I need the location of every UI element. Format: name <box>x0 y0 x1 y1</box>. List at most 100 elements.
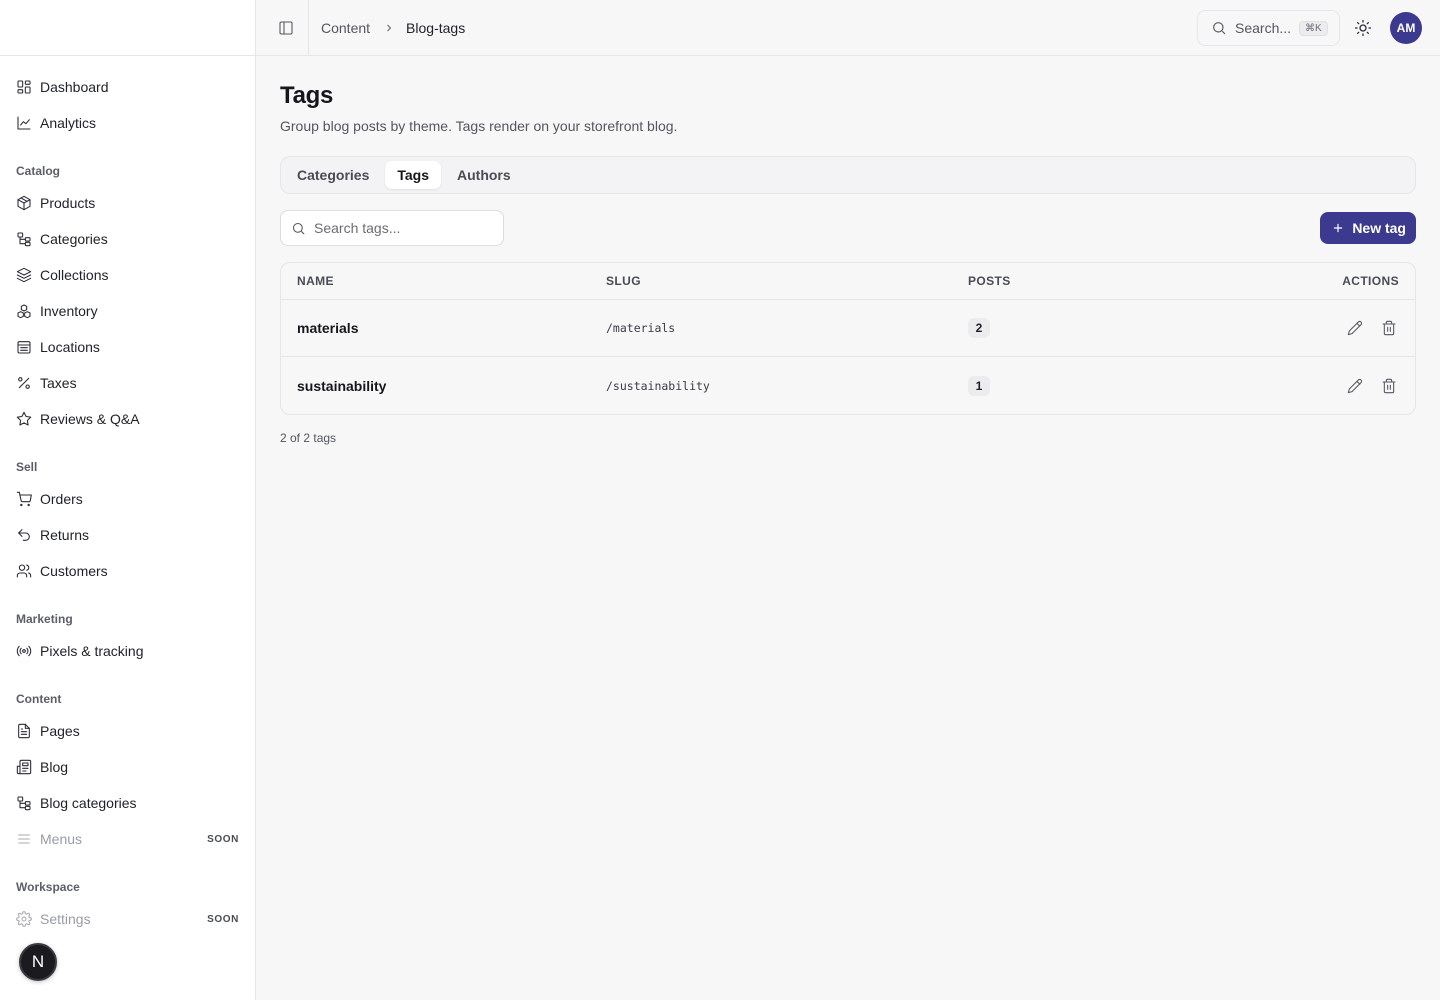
edit-button[interactable] <box>1345 318 1365 338</box>
nav-section-marketing: Marketing <box>16 612 73 626</box>
sidebar-item-label: Blog <box>40 759 69 775</box>
sidebar-item-blog[interactable]: Blog <box>0 749 255 785</box>
sidebar-item-settings: Settings SOON <box>0 901 255 937</box>
search-shortcut: ⌘K <box>1299 20 1328 36</box>
sun-icon <box>1354 19 1372 37</box>
chevron-right-icon <box>383 22 395 34</box>
undo-icon <box>16 527 32 543</box>
tag-posts-count: 1 <box>968 375 990 396</box>
avatar[interactable]: AM <box>1390 12 1422 44</box>
sidebar-item-collections[interactable]: Collections <box>0 257 255 293</box>
users-icon <box>16 563 32 579</box>
panel-left-icon <box>279 21 293 35</box>
theme-toggle-button[interactable] <box>1352 17 1374 39</box>
pencil-icon <box>1347 378 1363 393</box>
building-icon <box>16 339 32 355</box>
sidebar-item-label: Blog categories <box>40 795 137 811</box>
tag-slug: /sustainability <box>606 378 710 393</box>
plus-icon <box>1334 223 1343 233</box>
tree-icon <box>16 795 32 811</box>
sidebar-item-categories[interactable]: Categories <box>0 221 255 257</box>
tag-posts-count: 2 <box>968 318 990 338</box>
pencil-icon <box>1347 320 1363 336</box>
search-tags-field <box>280 210 504 246</box>
tag-name: materials <box>297 320 359 336</box>
sidebar-item-label: Settings <box>40 911 91 927</box>
column-header-posts[interactable]: POSTS <box>968 274 1268 288</box>
star-icon <box>16 411 32 427</box>
sidebar-item-label: Customers <box>40 563 108 579</box>
menu-icon <box>16 831 32 847</box>
sidebar-item-analytics[interactable]: Analytics <box>0 105 255 141</box>
newspaper-icon <box>16 759 32 775</box>
global-search-button[interactable]: Search... ⌘K <box>1197 10 1340 46</box>
tab-authors[interactable]: Authors <box>445 161 523 189</box>
tag-name: sustainability <box>297 377 387 394</box>
header-divider <box>308 0 309 56</box>
file-icon <box>16 723 32 739</box>
page-title: Tags <box>280 82 334 109</box>
delete-button[interactable] <box>1379 318 1399 338</box>
floating-n-badge[interactable]: N <box>19 943 57 981</box>
soon-badge: SOON <box>207 833 239 845</box>
sidebar-item-label: Menus <box>40 831 83 847</box>
sidebar-item-inventory[interactable]: Inventory <box>0 293 255 329</box>
table-row[interactable]: materials /materials 2 <box>281 300 1415 357</box>
tags-table: NAME SLUG POSTS ACTIONS materials /mater… <box>280 262 1416 415</box>
sidebar-item-blog-categories[interactable]: Blog categories <box>0 785 255 821</box>
result-count: 2 of 2 tags <box>280 431 337 445</box>
breadcrumb: Content Blog-tags <box>321 0 465 56</box>
sidebar-item-taxes[interactable]: Taxes <box>0 365 255 401</box>
breadcrumb-current: Blog-tags <box>406 20 466 36</box>
layers-icon <box>16 267 32 283</box>
sidebar-item-reviews[interactable]: Reviews & Q&A <box>0 401 255 437</box>
column-header-actions: ACTIONS <box>1342 274 1399 288</box>
edit-button[interactable] <box>1345 376 1365 396</box>
sidebar-item-label: Orders <box>40 491 83 507</box>
sidebar-item-pages[interactable]: Pages <box>0 713 255 749</box>
row-actions <box>1268 376 1415 396</box>
new-tag-button[interactable]: New tag <box>1320 212 1416 244</box>
sidebar-header <box>0 0 255 56</box>
sidebar-item-label: Products <box>40 195 96 211</box>
sidebar-item-dashboard[interactable]: Dashboard <box>0 69 255 105</box>
sidebar-item-products[interactable]: Products <box>0 185 255 221</box>
sidebar-item-returns[interactable]: Returns <box>0 517 255 553</box>
nav-section-sell: Sell <box>16 460 38 474</box>
delete-button[interactable] <box>1379 376 1399 396</box>
sidebar-item-label: Taxes <box>40 375 77 391</box>
column-header-slug[interactable]: SLUG <box>606 274 968 288</box>
page-subtitle: Group blog posts by theme. Tags render o… <box>280 118 678 134</box>
soon-badge: SOON <box>207 913 239 925</box>
sidebar-item-customers[interactable]: Customers <box>0 553 255 589</box>
sidebar-item-label: Pages <box>40 723 80 739</box>
sidebar-item-label: Returns <box>40 527 90 543</box>
breadcrumb-parent-link[interactable]: Content <box>321 20 370 36</box>
trash-icon <box>1382 378 1396 393</box>
cart-icon <box>16 491 32 507</box>
nav-section-catalog: Catalog <box>16 164 61 178</box>
sidebar-item-orders[interactable]: Orders <box>0 481 255 517</box>
search-tags-input[interactable] <box>314 220 494 236</box>
sidebar-item-label: Analytics <box>40 115 97 131</box>
sidebar-item-locations[interactable]: Locations <box>0 329 255 365</box>
boxes-icon <box>16 303 32 319</box>
sidebar: Dashboard Analytics Catalog Products Cat… <box>0 0 256 1000</box>
sidebar-item-label: Locations <box>40 339 100 355</box>
search-icon <box>1213 22 1226 35</box>
sidebar-nav: Dashboard Analytics Catalog Products Cat… <box>0 56 255 937</box>
tab-categories[interactable]: Categories <box>285 161 381 189</box>
table-header: NAME SLUG POSTS ACTIONS <box>281 263 1415 300</box>
tag-posts-cell: 2 <box>968 318 1268 338</box>
tab-tags[interactable]: Tags <box>385 161 441 189</box>
table-row[interactable]: sustainability /sustainability 1 <box>281 357 1415 414</box>
package-icon <box>16 195 32 211</box>
sidebar-item-label: Collections <box>40 267 109 283</box>
nav-section-workspace: Workspace <box>16 880 80 894</box>
tree-icon <box>16 231 32 247</box>
sidebar-item-pixels[interactable]: Pixels & tracking <box>0 633 255 669</box>
sidebar-toggle-button[interactable] <box>276 18 296 38</box>
column-header-name[interactable]: NAME <box>281 274 606 288</box>
analytics-icon <box>16 115 32 131</box>
radio-icon <box>16 643 32 659</box>
